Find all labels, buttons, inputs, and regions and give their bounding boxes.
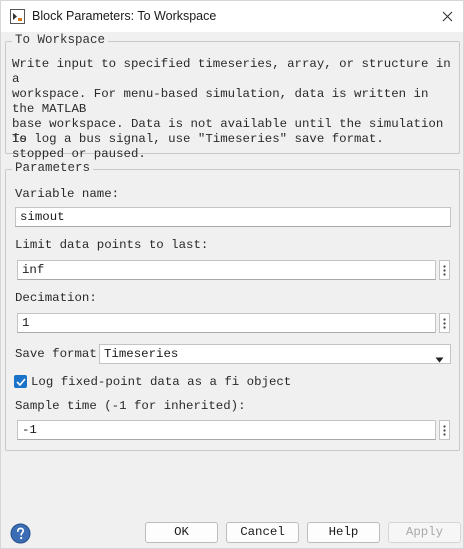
help-question-icon[interactable] [10, 523, 31, 544]
title-bar: Block Parameters: To Workspace [1, 1, 463, 32]
variable-name-input[interactable]: simout [15, 207, 451, 227]
limit-data-points-input[interactable]: inf [17, 260, 436, 280]
help-button[interactable]: Help [307, 522, 380, 543]
decimation-label: Decimation: [15, 291, 97, 305]
limit-data-points-label: Limit data points to last: [15, 238, 209, 252]
sample-time-input[interactable]: -1 [17, 420, 436, 440]
checkmark-icon [15, 377, 26, 386]
dialog-window: Block Parameters: To Workspace To Worksp… [0, 0, 464, 549]
simulink-block-icon [10, 9, 25, 24]
group-legend-parameters: Parameters [12, 161, 94, 175]
bus-signal-note: To log a bus signal, use "Timeseries" sa… [12, 132, 384, 146]
save-format-label: Save format: [15, 347, 105, 361]
vertical-ellipsis-icon[interactable] [439, 260, 450, 280]
sample-time-label: Sample time (-1 for inherited): [15, 399, 246, 413]
window-title: Block Parameters: To Workspace [32, 9, 217, 23]
caret-down-icon [435, 351, 444, 369]
log-fixed-point-label[interactable]: Log fixed-point data as a fi object [31, 375, 291, 389]
vertical-ellipsis-icon[interactable] [439, 313, 450, 333]
apply-button[interactable]: Apply [388, 522, 461, 543]
ok-button[interactable]: OK [145, 522, 218, 543]
log-fixed-point-checkbox[interactable] [14, 375, 27, 388]
vertical-ellipsis-icon[interactable] [439, 420, 450, 440]
decimation-input[interactable]: 1 [17, 313, 436, 333]
cancel-button[interactable]: Cancel [226, 522, 299, 543]
close-icon[interactable] [434, 4, 460, 28]
save-format-select[interactable]: Timeseries [99, 344, 451, 364]
group-legend-block: To Workspace [12, 33, 109, 47]
save-format-value: Timeseries [104, 347, 179, 361]
variable-name-label: Variable name: [15, 187, 120, 201]
